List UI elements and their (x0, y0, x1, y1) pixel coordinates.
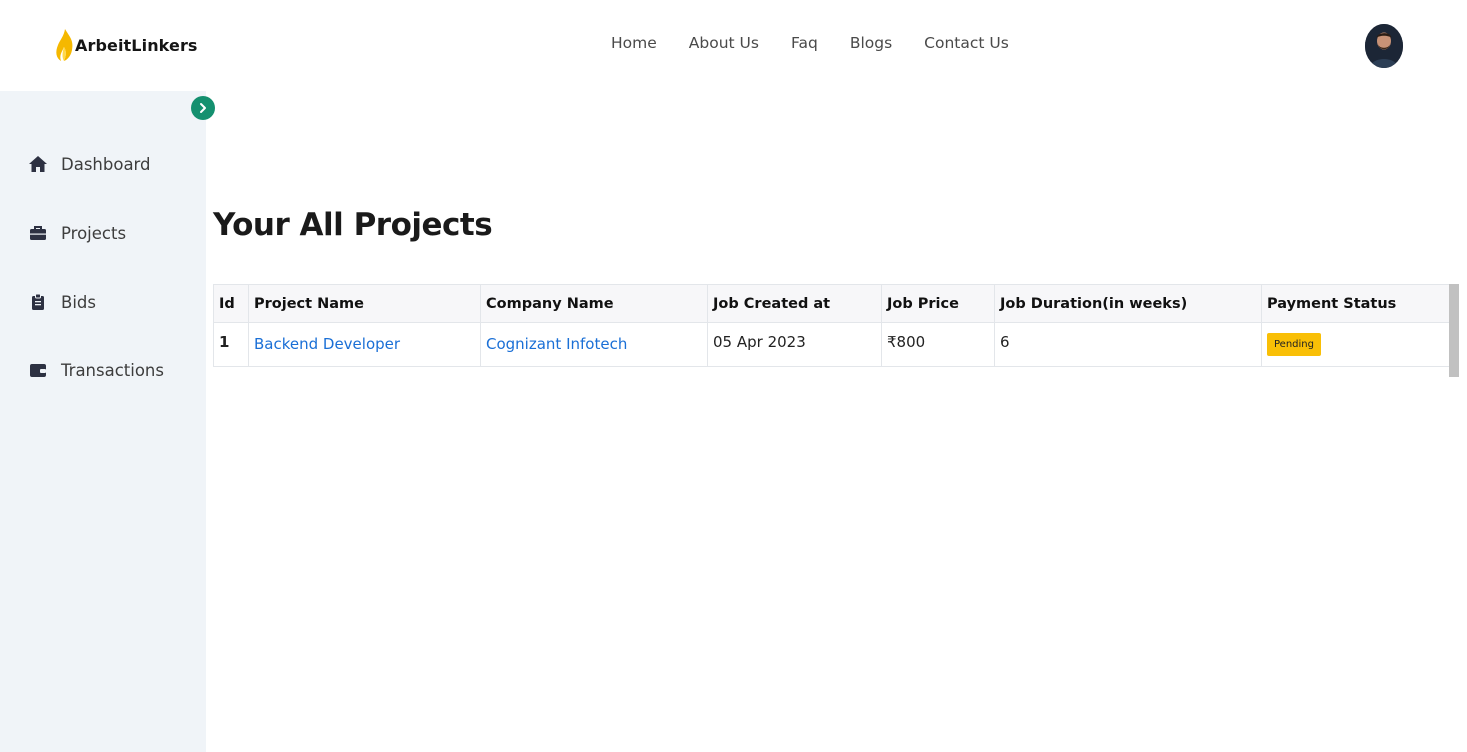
sidebar-item-label: Bids (61, 292, 96, 312)
nav-blogs[interactable]: Blogs (850, 34, 892, 52)
sidebar-item-label: Dashboard (61, 154, 151, 174)
cell-id: 1 (213, 322, 249, 367)
chevron-right-icon (200, 103, 206, 113)
wallet-icon (28, 360, 48, 380)
briefcase-icon (28, 223, 48, 243)
column-header-payment-status: Payment Status (1261, 284, 1450, 323)
column-header-job-created-at: Job Created at (707, 284, 882, 323)
sidebar-item-bids[interactable]: Bids (28, 292, 96, 312)
table-row: 1 Backend Developer Cognizant Infotech 0… (213, 322, 1450, 367)
brand-name: ArbeitLinkers (75, 35, 198, 55)
top-header: ArbeitLinkers Home About Us Faq Blogs Co… (0, 0, 1467, 91)
avatar-photo (1365, 24, 1403, 68)
projects-table-container: Id Project Name Company Name Job Created… (213, 284, 1450, 367)
nav-contact-us[interactable]: Contact Us (924, 34, 1009, 52)
sidebar-item-label: Projects (61, 223, 127, 243)
column-header-id: Id (213, 284, 249, 323)
column-header-job-duration: Job Duration(in weeks) (994, 284, 1262, 323)
table-scrollbar[interactable] (1449, 284, 1459, 377)
company-name-link[interactable]: Cognizant Infotech (480, 322, 708, 367)
cell-job-created-at: 05 Apr 2023 (707, 322, 882, 367)
column-header-project-name: Project Name (248, 284, 481, 323)
cell-job-price: ₹800 (881, 322, 995, 367)
flame-logo-icon (56, 29, 73, 61)
nav-faq[interactable]: Faq (791, 34, 818, 52)
clipboard-icon (28, 292, 48, 312)
project-name-link[interactable]: Backend Developer (248, 322, 481, 367)
nav-home[interactable]: Home (611, 34, 657, 52)
sidebar-item-transactions[interactable]: Transactions (28, 360, 164, 380)
sidebar-item-projects[interactable]: Projects (28, 223, 126, 243)
nav-about-us[interactable]: About Us (689, 34, 759, 52)
table-header-row: Id Project Name Company Name Job Created… (213, 284, 1450, 323)
sidebar-item-dashboard[interactable]: Dashboard (28, 154, 151, 174)
column-header-company-name: Company Name (480, 284, 708, 323)
page-title: Your All Projects (213, 207, 493, 243)
cell-payment-status: Pending (1261, 322, 1450, 367)
cell-job-duration: 6 (994, 322, 1262, 367)
main-nav: Home About Us Faq Blogs Contact Us (611, 34, 1041, 52)
user-avatar[interactable] (1365, 24, 1403, 68)
home-icon (28, 154, 48, 174)
status-badge: Pending (1267, 333, 1321, 356)
projects-table: Id Project Name Company Name Job Created… (213, 284, 1450, 367)
column-header-job-price: Job Price (881, 284, 995, 323)
sidebar-toggle-button[interactable] (191, 96, 215, 120)
sidebar-item-label: Transactions (61, 360, 164, 380)
brand[interactable]: ArbeitLinkers (55, 28, 198, 62)
sidebar (0, 91, 206, 752)
